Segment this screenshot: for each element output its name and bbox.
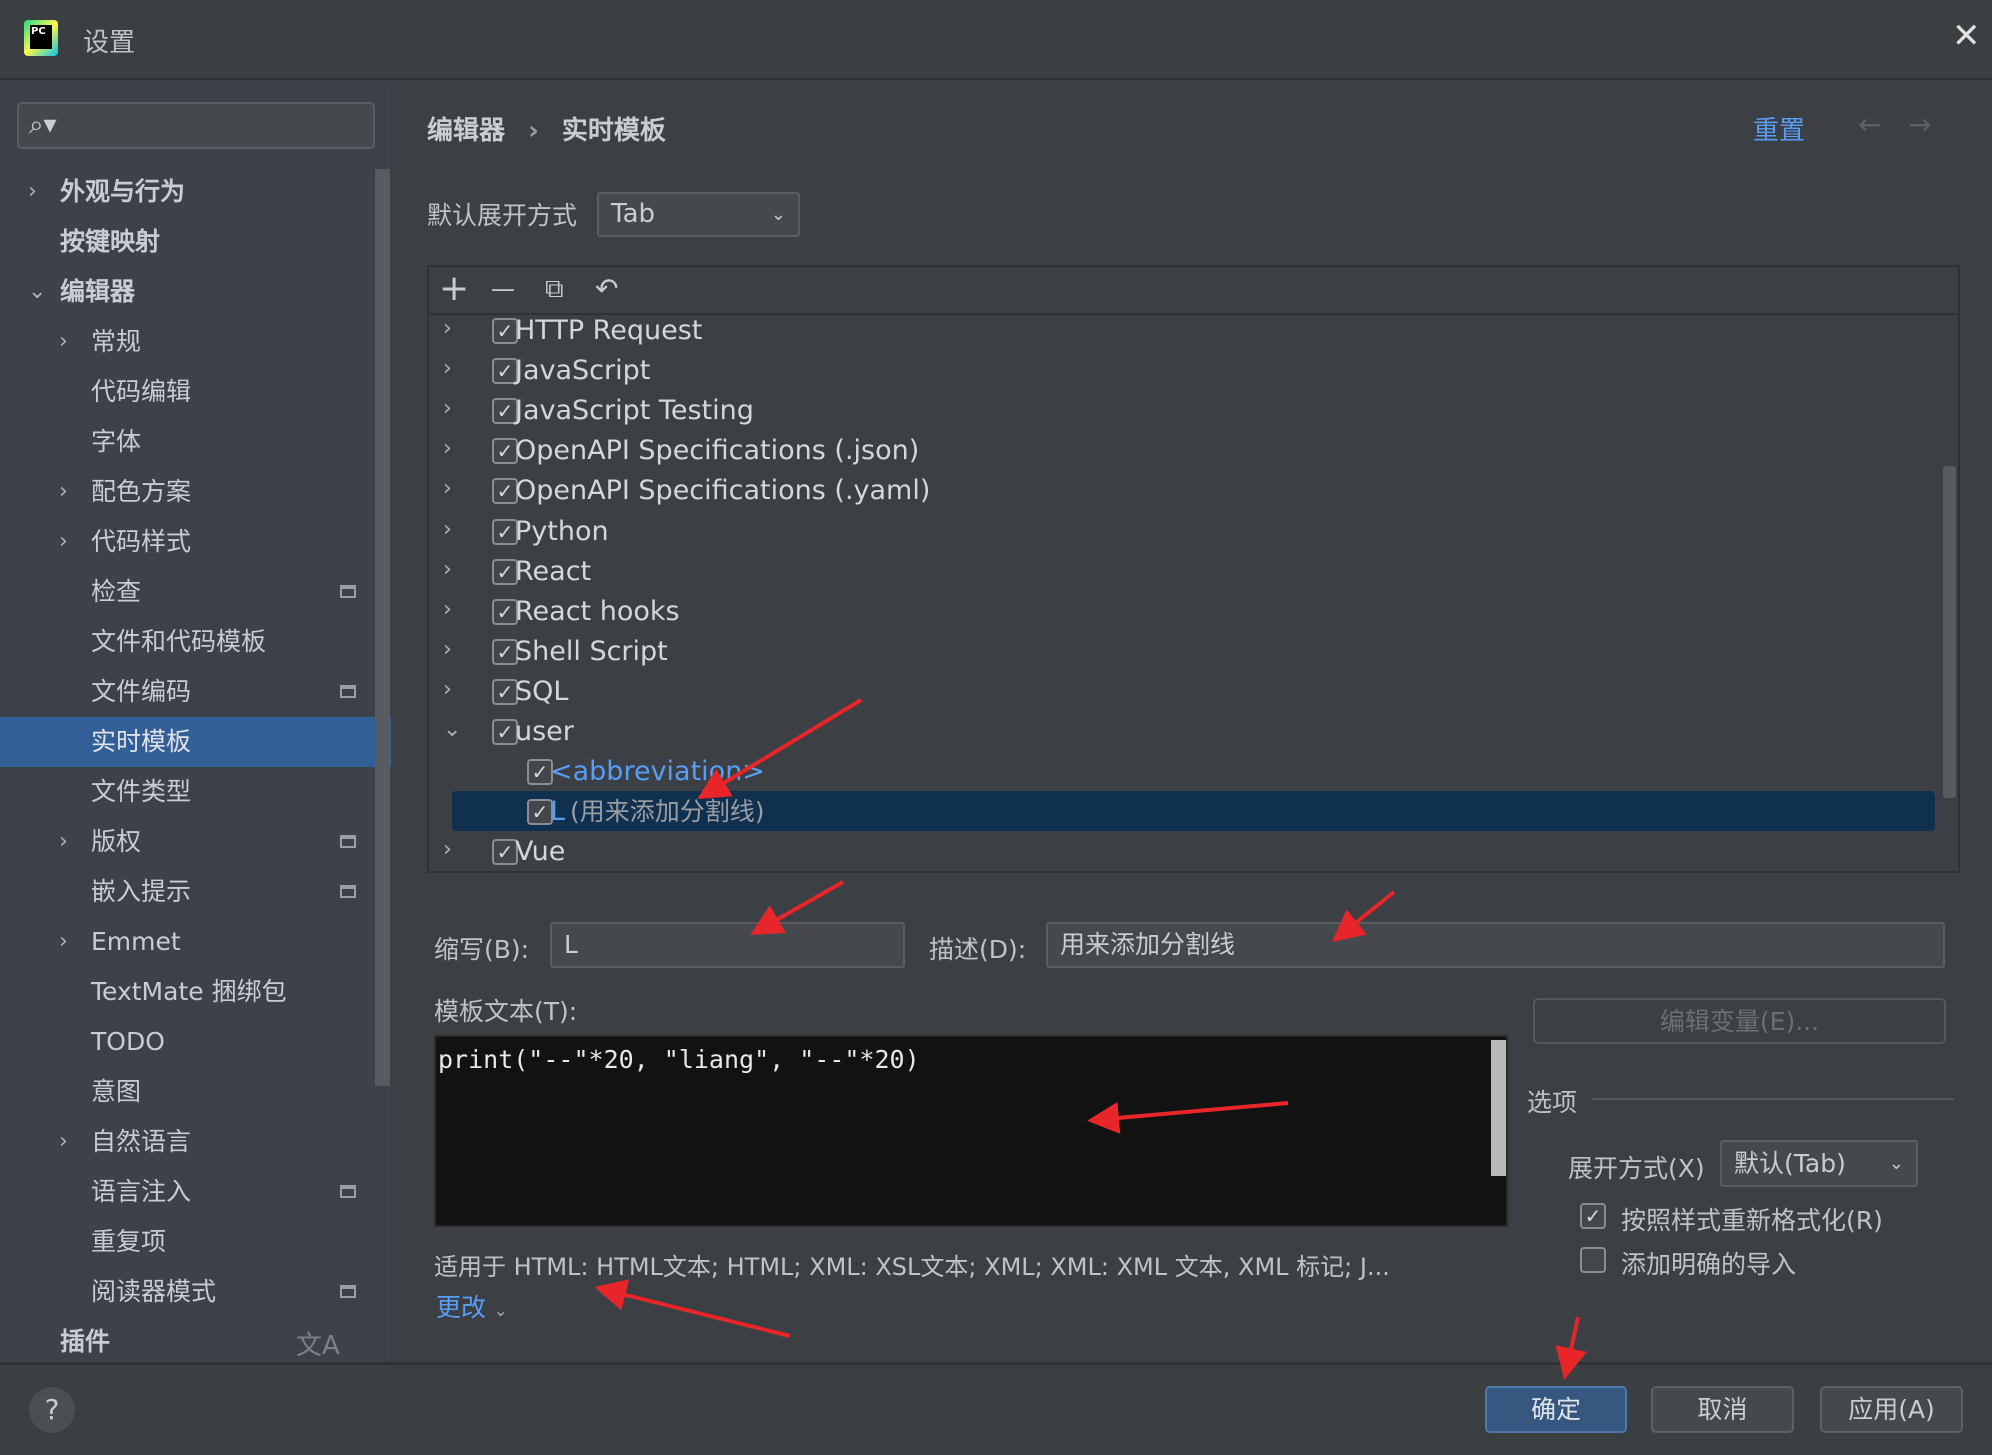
annotation-arrow (697, 698, 863, 800)
annotation-arrow (1555, 1316, 1587, 1380)
annotation-arrow (1331, 890, 1396, 943)
annotation-arrow (594, 1279, 791, 1338)
annotation-arrow (750, 880, 844, 935)
annotation-arrow (1087, 1101, 1289, 1134)
annotation-arrows (594, 698, 1587, 1380)
